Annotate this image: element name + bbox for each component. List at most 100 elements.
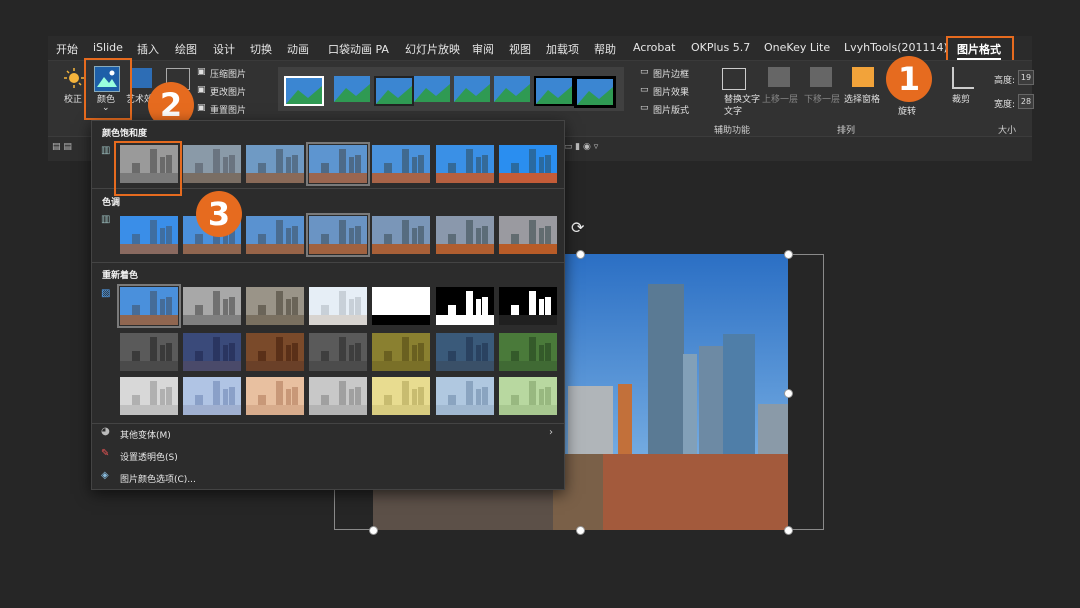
color-variant-thumb[interactable] xyxy=(246,377,304,415)
tab-okplus[interactable]: OKPlus 5.7 xyxy=(691,41,750,54)
style-thumb[interactable] xyxy=(494,76,530,102)
color-variant-thumb[interactable] xyxy=(499,377,557,415)
color-variant-thumb[interactable] xyxy=(309,377,367,415)
picture-border-icon: ▭ xyxy=(640,67,649,77)
more-variants-item[interactable]: 其他变体(M) xyxy=(120,428,171,441)
tab-animations[interactable]: 动画 xyxy=(287,41,309,57)
bring-forward-icon xyxy=(768,67,790,87)
style-thumb[interactable] xyxy=(534,76,574,106)
tab-review[interactable]: 审阅 xyxy=(472,41,494,57)
alt-text-label-line2: 文字 xyxy=(724,107,743,117)
corrections-button[interactable]: 校正 xyxy=(64,92,82,105)
color-variant-thumb[interactable] xyxy=(309,333,367,371)
color-variant-thumb[interactable] xyxy=(246,216,304,254)
color-variant-thumb[interactable] xyxy=(120,216,178,254)
send-backward-button[interactable]: 下移一层 xyxy=(804,92,840,105)
resize-handle[interactable] xyxy=(369,526,378,535)
color-variant-thumb[interactable] xyxy=(246,145,304,183)
color-variant-thumb[interactable] xyxy=(499,333,557,371)
color-variant-thumb[interactable] xyxy=(499,216,557,254)
picture-layout-icon: ▭ xyxy=(640,103,649,113)
picture-layout-button[interactable]: 图片版式 xyxy=(653,103,689,116)
color-variant-thumb[interactable] xyxy=(372,333,430,371)
picture-color-options-item[interactable]: 图片颜色选项(C)... xyxy=(120,472,196,485)
tab-onekey[interactable]: OneKey Lite xyxy=(764,41,830,54)
style-thumb[interactable] xyxy=(574,76,616,108)
style-thumb[interactable] xyxy=(334,76,370,102)
style-thumb[interactable] xyxy=(374,76,414,106)
saturation-icon: ▥ xyxy=(101,145,111,156)
tab-addins[interactable]: 加载项 xyxy=(546,41,579,57)
width-input[interactable]: 28 xyxy=(1018,94,1034,109)
color-variant-thumb[interactable] xyxy=(499,287,557,325)
tab-slideshow[interactable]: 幻灯片放映 xyxy=(405,41,460,57)
rotate-handle-icon[interactable]: ⟳ xyxy=(571,218,584,237)
color-variant-thumb[interactable] xyxy=(183,377,241,415)
reset-picture-button[interactable]: 重置图片 xyxy=(210,103,246,116)
accessibility-group-label: 辅助功能 xyxy=(714,126,751,136)
picture-effects-icon: ▭ xyxy=(640,85,649,95)
tab-design[interactable]: 设计 xyxy=(213,41,235,57)
tab-view[interactable]: 视图 xyxy=(509,41,531,57)
color-variant-thumb[interactable] xyxy=(183,333,241,371)
color-variant-thumb[interactable] xyxy=(372,216,430,254)
transparent-color-icon: ✎ xyxy=(101,448,110,459)
tab-transitions[interactable]: 切换 xyxy=(250,41,272,57)
style-thumb[interactable] xyxy=(414,76,450,102)
color-variant-thumb[interactable] xyxy=(436,287,494,325)
color-variant-thumb[interactable] xyxy=(372,145,430,183)
style-thumb[interactable] xyxy=(454,76,490,102)
color-variant-thumb[interactable] xyxy=(183,287,241,325)
picture-border-button[interactable]: 图片边框 xyxy=(653,67,689,80)
crop-icon xyxy=(952,67,974,89)
rotate-button[interactable]: 旋转 xyxy=(898,104,916,117)
color-variant-thumb[interactable] xyxy=(306,213,370,257)
height-input[interactable]: 19 xyxy=(1018,70,1034,85)
step-badge-1: 1 xyxy=(886,56,932,102)
color-variant-thumb[interactable] xyxy=(309,287,367,325)
color-variant-thumb[interactable] xyxy=(436,377,494,415)
color-variant-thumb[interactable] xyxy=(436,333,494,371)
color-variant-thumb[interactable] xyxy=(246,333,304,371)
color-variant-thumb[interactable] xyxy=(499,145,557,183)
artistic-effects-icon xyxy=(130,68,152,88)
color-variant-thumb[interactable] xyxy=(306,142,370,186)
align-icon[interactable]: ▤ ▤ xyxy=(52,142,72,152)
tab-insert[interactable]: 插入 xyxy=(137,41,159,57)
resize-handle[interactable] xyxy=(784,250,793,259)
tab-lvyhtools[interactable]: LvyhTools(201114) xyxy=(844,41,948,54)
tab-acrobat[interactable]: Acrobat xyxy=(633,41,675,54)
color-variant-thumb[interactable] xyxy=(372,287,430,325)
alt-text-icon xyxy=(722,68,746,90)
crop-button[interactable]: 裁剪 xyxy=(952,92,970,105)
picture-effects-button[interactable]: 图片效果 xyxy=(653,85,689,98)
change-picture-button[interactable]: 更改图片 xyxy=(210,85,246,98)
color-variant-thumb[interactable] xyxy=(372,377,430,415)
resize-handle[interactable] xyxy=(784,389,793,398)
tab-draw[interactable]: 绘图 xyxy=(175,41,197,57)
tab-pocket-animation[interactable]: 口袋动画 PA xyxy=(328,41,389,57)
color-variant-thumb[interactable] xyxy=(120,377,178,415)
compress-icon: ▣ xyxy=(197,67,206,77)
tab-home[interactable]: 开始 xyxy=(56,41,78,57)
compress-pictures-button[interactable]: 压缩图片 xyxy=(210,67,246,80)
color-variant-thumb[interactable] xyxy=(120,333,178,371)
tab-islide[interactable]: iSlide xyxy=(93,41,123,54)
bring-forward-button[interactable]: 上移一层 xyxy=(762,92,798,105)
style-thumb[interactable] xyxy=(284,76,324,106)
color-variant-thumb[interactable] xyxy=(183,145,241,183)
highlight-grayscale-thumb xyxy=(114,141,182,196)
size-group-label: 大小 xyxy=(998,126,1017,136)
tone-section-title: 色调 xyxy=(102,198,121,208)
resize-handle[interactable] xyxy=(784,526,793,535)
set-transparent-color-item[interactable]: 设置透明色(S) xyxy=(120,450,178,463)
resize-handle[interactable] xyxy=(576,526,585,535)
color-variant-thumb[interactable] xyxy=(246,287,304,325)
highlight-color-button xyxy=(84,58,132,120)
resize-handle[interactable] xyxy=(576,250,585,259)
color-variant-thumb[interactable] xyxy=(436,216,494,254)
selection-pane-button[interactable]: 选择窗格 xyxy=(844,92,880,105)
tab-help[interactable]: 帮助 xyxy=(594,41,616,57)
color-variant-thumb[interactable] xyxy=(436,145,494,183)
color-variant-thumb[interactable] xyxy=(117,284,181,328)
